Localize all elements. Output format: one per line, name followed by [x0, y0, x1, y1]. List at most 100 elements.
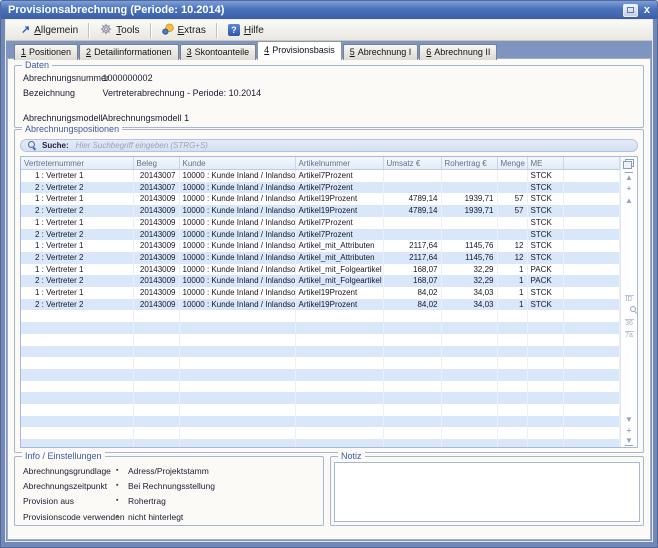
toolbar-separator — [216, 23, 218, 38]
positions-table-body: 1 : Vertreter 12014300710000 : Kunde Inl… — [21, 170, 620, 448]
tab-detailinformationen[interactable]: 2Detailinformationen — [79, 44, 179, 60]
table-row[interactable]: 1 : Vertreter 12014300910000 : Kunde Inl… — [21, 287, 620, 299]
field-value: 1000000002 — [103, 73, 153, 83]
table-row[interactable]: 2 : Vertreter 22014300910000 : Kunde Inl… — [21, 299, 620, 311]
extras-button[interactable]: Extras — [155, 21, 213, 40]
field-abrechnungsnummer: Abrechnungsnummer 1000000002 — [23, 73, 635, 83]
notiz-legend: Notiz — [338, 451, 365, 461]
col-beleg[interactable]: Beleg — [133, 157, 179, 170]
field-label: Abrechnungsnummer — [23, 73, 100, 83]
tab-strip: 1Positionen 2Detailinformationen 3Skonto… — [14, 43, 497, 60]
table-row[interactable]: 2 : Vertreter 22014300910000 : Kunde Inl… — [21, 205, 620, 217]
positions-grid-main: Vertreternummer Beleg Kunde Artikelnumme… — [21, 157, 620, 447]
hilfe-label: Hilfe — [244, 25, 264, 36]
sort-36-icon[interactable]: 36 — [625, 319, 634, 328]
col-umsatz[interactable]: Umsatz € — [383, 157, 441, 170]
field-abrechnungsmodell: Abrechnungsmodell Abrechnungsmodell 1 — [23, 113, 635, 123]
notiz-textarea[interactable] — [334, 462, 640, 522]
bullet-icon: ▪ — [116, 513, 118, 520]
extras-label: Extras — [178, 25, 206, 36]
table-row[interactable]: 2 : Vertreter 22014300910000 : Kunde Inl… — [21, 229, 620, 241]
restore-icon[interactable] — [623, 4, 638, 17]
field-value: Vertreterabrechnung - Periode: 10.2014 — [103, 88, 262, 98]
tab-provisionsbasis[interactable]: 4Provisionsbasis — [257, 41, 342, 60]
table-row[interactable] — [21, 439, 620, 447]
daten-groupbox: Daten Abrechnungsnummer 1000000002 Bezei… — [14, 65, 644, 128]
scroll-up-icon[interactable]: ▲ — [621, 196, 637, 205]
search-input[interactable] — [74, 140, 630, 151]
col-me[interactable]: ME — [527, 157, 563, 170]
table-row[interactable] — [21, 369, 620, 381]
allgemein-button[interactable]: ↗ Allgemein — [14, 23, 85, 38]
help-icon: ? — [228, 24, 240, 36]
tools-label: Tools — [116, 25, 139, 36]
scroll-step-down-icon[interactable]: + — [621, 426, 637, 435]
table-row[interactable]: 1 : Vertreter 12014300910000 : Kunde Inl… — [21, 193, 620, 205]
search-bar[interactable]: Suche: — [20, 139, 638, 152]
field-label: Bezeichnung — [23, 88, 100, 98]
bullet-icon: ▪ — [116, 467, 118, 474]
search-label: Suche: — [42, 141, 69, 150]
table-row[interactable]: 2 : Vertreter 22014300910000 : Kunde Inl… — [21, 275, 620, 287]
daten-legend: Daten — [22, 60, 52, 70]
window-title: Provisionsabrechnung (Periode: 10.2014) — [8, 4, 224, 16]
search-icon — [28, 141, 37, 150]
grid-scroll-strip: ▲ + ▲ ID 36 7a ▼ + ▼ — [620, 157, 637, 447]
table-row[interactable] — [21, 404, 620, 416]
col-menge[interactable]: Menge — [497, 157, 527, 170]
col-filler — [563, 157, 620, 170]
table-row[interactable]: 1 : Vertreter 12014300910000 : Kunde Inl… — [21, 264, 620, 276]
tools-button[interactable]: Tools — [93, 21, 146, 40]
tab-skontoanteile[interactable]: 3Skontoanteile — [180, 44, 257, 60]
table-row[interactable]: 1 : Vertreter 12014300910000 : Kunde Inl… — [21, 240, 620, 252]
table-row[interactable] — [21, 322, 620, 334]
tab-abrechnung-2[interactable]: 6Abrechnung II — [419, 44, 497, 60]
layout-sheets-icon[interactable] — [621, 159, 637, 167]
info-einstellungen-groupbox: Info / Einstellungen Abrechnungsgrundlag… — [14, 456, 324, 526]
scroll-to-top-icon[interactable]: ▲ — [621, 172, 637, 182]
abrechnungspositionen-groupbox: Abrechnungspositionen Suche: — [14, 129, 644, 453]
toolbar: ↗ Allgemein Tools Extras ? Hilfe — [6, 20, 652, 41]
col-vertreternummer[interactable]: Vertreternummer — [21, 157, 133, 170]
app-window: Provisionsabrechnung (Periode: 10.2014) … — [0, 0, 658, 548]
titlebar[interactable]: Provisionsabrechnung (Periode: 10.2014) … — [1, 1, 657, 19]
table-header-row: Vertreternummer Beleg Kunde Artikelnumme… — [21, 157, 620, 170]
table-row[interactable] — [21, 427, 620, 439]
id-tool-icon[interactable]: ID — [625, 295, 634, 304]
field-bezeichnung: Bezeichnung Vertreterabrechnung - Period… — [23, 88, 635, 98]
table-row[interactable]: 1 : Vertreter 12014300710000 : Kunde Inl… — [21, 170, 620, 182]
table-row[interactable] — [21, 357, 620, 369]
arrow-ne-icon: ↗ — [21, 25, 30, 36]
table-row[interactable]: 1 : Vertreter 12014300910000 : Kunde Inl… — [21, 217, 620, 229]
table-row[interactable] — [21, 346, 620, 358]
positions-grid: Vertreternummer Beleg Kunde Artikelnumme… — [20, 156, 638, 448]
table-row[interactable] — [21, 310, 620, 322]
table-row[interactable] — [21, 381, 620, 393]
col-kunde[interactable]: Kunde — [179, 157, 295, 170]
table-row[interactable] — [21, 416, 620, 428]
scroll-down-icon[interactable]: ▼ — [621, 415, 637, 424]
col-rohertrag[interactable]: Rohertrag € — [441, 157, 497, 170]
tab-page-provisionsbasis: Daten Abrechnungsnummer 1000000002 Bezei… — [7, 58, 651, 540]
window-body: ↗ Allgemein Tools Extras ? Hilfe 1Positi… — [5, 19, 653, 542]
toolbar-separator — [150, 23, 152, 38]
table-row[interactable]: 2 : Vertreter 22014300710000 : Kunde Inl… — [21, 182, 620, 194]
tab-positionen[interactable]: 1Positionen — [14, 44, 78, 60]
bullet-icon: ▪ — [116, 497, 118, 504]
table-row[interactable] — [21, 392, 620, 404]
sort-7a-icon[interactable]: 7a — [625, 331, 634, 340]
bullet-icon: ▪ — [116, 482, 118, 489]
tab-abrechnung-1[interactable]: 5Abrechnung I — [343, 44, 419, 60]
allgemein-label: Allgemein — [34, 25, 78, 36]
close-icon[interactable]: x — [644, 5, 650, 16]
col-artikelnummer[interactable]: Artikelnummer — [295, 157, 383, 170]
scroll-to-bottom-icon[interactable]: ▼ — [621, 436, 637, 446]
field-label: Abrechnungsmodell — [23, 113, 100, 123]
gear-icon — [100, 23, 112, 38]
hilfe-button[interactable]: ? Hilfe — [221, 22, 271, 38]
extras-icon — [162, 23, 174, 38]
toolbar-separator — [88, 23, 90, 38]
scroll-step-up-icon[interactable]: + — [621, 184, 637, 193]
table-row[interactable] — [21, 334, 620, 346]
table-row[interactable]: 2 : Vertreter 22014300910000 : Kunde Inl… — [21, 252, 620, 264]
